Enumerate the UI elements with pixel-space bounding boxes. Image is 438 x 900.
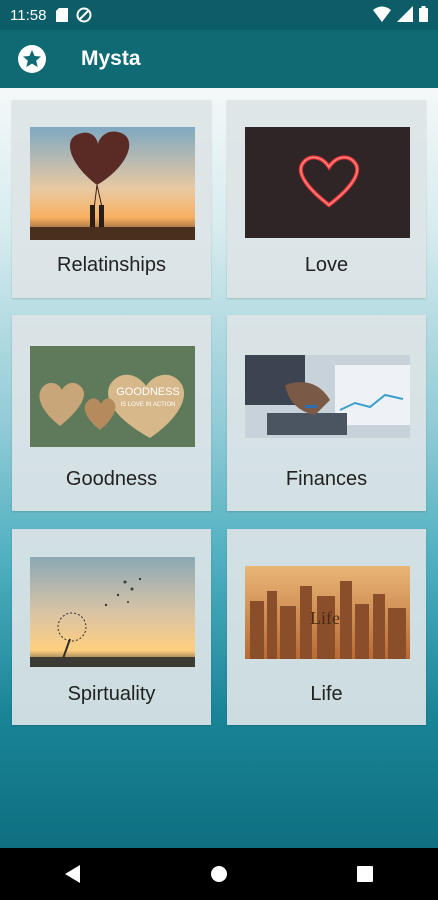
home-button[interactable] [199, 854, 239, 894]
image-subtext-goodness: IS LOVE IN ACTION [120, 402, 175, 408]
card-label: Life [310, 683, 343, 705]
card-label: Relatinships [57, 254, 166, 276]
battery-icon [419, 6, 428, 22]
couple-with-heart-balloons-photo [30, 127, 195, 240]
card-image-love [245, 127, 410, 238]
status-time: 11:58 [10, 6, 47, 24]
card-label: Finances [285, 468, 368, 490]
star-circle-icon[interactable] [17, 44, 47, 74]
back-button[interactable] [53, 854, 93, 894]
recents-icon [357, 866, 373, 882]
card-image-relationships [30, 127, 195, 240]
sim-card-icon [56, 8, 69, 22]
wooden-hearts-photo: GOODNESS IS LOVE IN ACTION [30, 346, 195, 447]
calculator-documents-photo [245, 355, 410, 438]
card-image-life: Life [245, 566, 410, 659]
city-skyline-sunset-photo: Life [245, 566, 410, 659]
dandelion-sunset-photo [30, 557, 195, 667]
card-relationships[interactable]: Relatinships [12, 100, 211, 298]
app-title: Mysta [81, 47, 141, 70]
back-icon [65, 865, 80, 883]
card-finances[interactable]: Finances [227, 315, 426, 511]
card-love[interactable]: Love [227, 100, 426, 298]
card-label: Spirtuality [67, 683, 156, 705]
wifi-icon [373, 6, 391, 22]
image-text-goodness: GOODNESS [116, 386, 180, 398]
card-label: Love [304, 254, 349, 276]
card-label: Goodness [65, 468, 158, 490]
neon-heart-photo [245, 127, 410, 238]
card-image-finances [245, 355, 410, 438]
recents-button[interactable] [345, 854, 385, 894]
navigation-bar [0, 848, 438, 900]
image-text-life: Life [310, 608, 340, 628]
card-image-spirituality [30, 557, 195, 667]
card-image-goodness: GOODNESS IS LOVE IN ACTION [30, 346, 195, 447]
app-bar: Mysta [0, 30, 438, 88]
status-bar: 11:58 [0, 0, 438, 30]
data-saver-icon [76, 7, 92, 23]
signal-icon [397, 6, 413, 22]
card-life[interactable]: Life Life [227, 529, 426, 725]
home-icon [211, 866, 227, 882]
category-grid: Relatinships Love GOODNESS IS LOVE IN AC… [0, 88, 438, 848]
card-spirituality[interactable]: Spirtuality [12, 529, 211, 725]
card-goodness[interactable]: GOODNESS IS LOVE IN ACTION Goodness [12, 315, 211, 511]
